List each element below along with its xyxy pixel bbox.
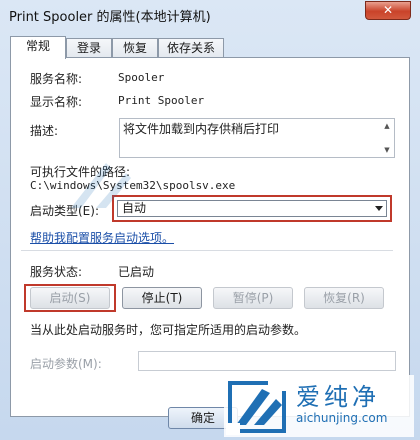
start-params-label: 启动参数(M): [30,357,102,371]
tab-general[interactable]: 常规 [10,36,66,59]
start-params-hint: 当从此处启动服务时，您可指定所适用的启动参数。 [30,323,307,337]
stop-button-label: 停止(T) [141,291,183,305]
tab-logon[interactable]: 登录 [66,38,112,58]
service-status-value: 已启动 [118,265,155,279]
watermark-brand: 爱纯净 [296,383,380,411]
close-button[interactable]: ✕ [365,1,411,20]
title-bar: Print Spooler 的属性(本地计算机) ✕ [0,0,420,28]
pause-button[interactable]: 暂停(P) [213,287,293,309]
pause-button-label: 暂停(P) [232,291,274,305]
watermark-logo-icon [226,379,290,435]
stop-button[interactable]: 停止(T) [122,287,202,309]
properties-dialog: Print Spooler 的属性(本地计算机) ✕ 常规 登录 恢复 依存关系… [0,0,420,440]
startup-type-select[interactable]: 自动 [117,200,387,217]
description-label: 描述: [30,124,59,138]
tab-dependencies-label: 依存关系 [166,41,215,55]
general-panel: 服务名称: Spooler 显示名称: Print Spooler 描述: 将文… [10,57,410,417]
description-box[interactable]: 将文件加载到内存供稍后打印 ▲ ▼ [119,118,395,158]
chevron-down-icon [375,206,383,211]
watermark-url: aichunjing.com [296,411,388,425]
resume-button[interactable]: 恢复(R) [304,287,384,309]
service-status-label: 服务状态: [30,265,83,279]
watermark-faint-logo-icon [71,163,131,208]
scroll-down-icon[interactable]: ▼ [381,144,393,156]
start-button[interactable]: 启动(S) [30,287,110,309]
tab-general-label: 常规 [25,39,50,53]
display-name-label: 显示名称: [30,95,83,109]
tab-recovery[interactable]: 恢复 [112,38,158,58]
window-title: Print Spooler 的属性(本地计算机) [9,10,211,25]
tab-dependencies[interactable]: 依存关系 [158,38,224,58]
tab-logon-label: 登录 [76,41,101,55]
separator [21,250,393,251]
service-name-value: Spooler [118,71,165,84]
display-name-value: Print Spooler [118,94,205,107]
description-value: 将文件加载到内存供稍后打印 [123,122,280,136]
tab-bar: 常规 登录 恢复 依存关系 [10,36,410,59]
ok-button-label: 确定 [190,411,215,425]
start-params-input[interactable] [138,351,396,371]
resume-button-label: 恢复(R) [323,291,365,305]
close-icon: ✕ [382,3,394,17]
scroll-up-icon[interactable]: ▲ [381,120,393,132]
watermark: 爱纯净 aichunjing.com [224,375,414,437]
help-link[interactable]: 帮助我配置服务启动选项。 [30,229,174,246]
service-name-label: 服务名称: [30,72,83,86]
tab-recovery-label: 恢复 [122,41,147,55]
start-button-label: 启动(S) [49,291,91,305]
